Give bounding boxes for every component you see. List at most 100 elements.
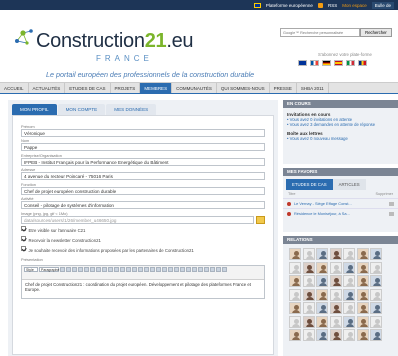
tab-mon-compte[interactable]: MON COMPTE [57, 104, 106, 115]
relation-avatar[interactable] [316, 329, 328, 341]
relation-avatar[interactable] [343, 302, 355, 314]
paste-word-icon[interactable] [186, 266, 191, 272]
relation-avatar[interactable] [343, 248, 355, 260]
relation-avatar[interactable] [329, 288, 342, 301]
platform-link[interactable]: Plateforme européenne [266, 3, 313, 8]
tab-mes-donnees[interactable]: MES DONNÉES [106, 104, 157, 115]
adresse-field[interactable]: 4 avenue du recteur Poincaré - 75016 Par… [21, 172, 265, 180]
relation-avatar[interactable] [370, 329, 382, 341]
relation-avatar[interactable] [356, 329, 369, 341]
relation-avatar[interactable] [302, 288, 315, 301]
search-button[interactable]: Rechercher [360, 28, 392, 37]
relation-avatar[interactable] [289, 261, 301, 274]
cut-icon[interactable] [168, 266, 173, 272]
rss-icon[interactable] [317, 2, 323, 8]
align-center-icon[interactable] [114, 266, 119, 272]
relation-avatar[interactable] [370, 248, 382, 260]
relation-avatar[interactable] [302, 329, 315, 341]
relation-avatar[interactable] [370, 302, 382, 314]
relation-avatar[interactable] [343, 329, 355, 341]
envelope-icon[interactable] [389, 201, 394, 206]
folder-icon[interactable] [256, 215, 265, 224]
flag-fr-icon[interactable] [310, 60, 319, 66]
bgcolor-icon[interactable] [210, 266, 215, 272]
relation-avatar[interactable] [356, 315, 369, 328]
relation-avatar[interactable] [356, 248, 369, 260]
nom-field[interactable]: Pappe [21, 143, 265, 151]
paste-icon[interactable] [180, 266, 185, 272]
unlink-icon[interactable] [132, 266, 137, 272]
numbered-list-icon[interactable] [90, 266, 95, 272]
envelope-icon[interactable] [389, 211, 394, 216]
nav-item-presse[interactable]: PRESSE [270, 83, 297, 93]
table-icon[interactable] [144, 266, 149, 272]
relation-avatar[interactable] [316, 261, 328, 274]
relation-avatar[interactable] [302, 248, 315, 260]
flag-ro-icon[interactable] [358, 60, 367, 66]
image-icon[interactable] [138, 266, 143, 272]
nav-item-qui[interactable]: QUI SOMMES-NOUS [217, 83, 270, 93]
tab-etudes-de-cas[interactable]: ETUDES DE CAS [286, 179, 333, 190]
replace-icon[interactable] [198, 266, 203, 272]
relation-avatar[interactable] [302, 315, 315, 328]
color-icon[interactable] [204, 266, 209, 272]
favorite-item[interactable]: Résidence le Moniséjour, à Sa... [283, 208, 398, 218]
flag-it-icon[interactable] [346, 60, 355, 66]
copy-icon[interactable] [174, 266, 179, 272]
nav-item-actualites[interactable]: ACTUALITÉS [29, 83, 66, 93]
relation-avatar[interactable] [329, 329, 342, 341]
delete-icon[interactable] [287, 201, 291, 206]
find-icon[interactable] [192, 266, 197, 272]
tab-articles[interactable]: ARTICLES [332, 179, 366, 190]
checkbox-icon[interactable] [21, 246, 26, 251]
relation-avatar[interactable] [356, 261, 369, 274]
tab-mon-profil[interactable]: MON PROFIL [12, 104, 57, 115]
search-input[interactable] [280, 28, 360, 37]
activite-field[interactable]: Conseil - pilotage de systèmes d'informa… [21, 201, 265, 209]
relation-avatar[interactable] [316, 275, 328, 287]
relation-avatar[interactable] [356, 288, 369, 301]
checkbox-partenaires[interactable]: Je souhaite recevoir des informations pr… [21, 246, 265, 254]
relation-avatar[interactable] [370, 288, 382, 301]
fonction-field[interactable]: Chef de projet européen construction dur… [21, 186, 265, 195]
flag-eu-icon[interactable] [298, 60, 307, 66]
relation-avatar[interactable] [329, 302, 342, 314]
relation-avatar[interactable] [356, 275, 369, 287]
rich-text-editor[interactable]: Style Paragraphe Chef de projet Construc… [21, 264, 265, 299]
align-right-icon[interactable] [120, 266, 125, 272]
strike-icon[interactable] [78, 266, 83, 272]
checkbox-icon[interactable] [21, 236, 26, 241]
presentation-text[interactable]: Chef de projet Construction21 : coordina… [22, 280, 264, 295]
relation-avatar[interactable] [343, 261, 355, 274]
source-icon[interactable] [150, 266, 155, 272]
nav-item-shba[interactable]: SHBA 2011 [297, 83, 329, 93]
invitation-line[interactable]: • Vous avez 3 demandes en attente de rép… [287, 122, 394, 127]
relation-avatar[interactable] [370, 315, 382, 328]
link-icon[interactable] [126, 266, 131, 272]
relation-avatar[interactable] [289, 315, 301, 328]
relation-avatar[interactable] [302, 275, 315, 287]
relation-avatar[interactable] [289, 248, 301, 260]
mon-espace-link[interactable]: Mon espace [342, 3, 367, 8]
nav-item-communautes[interactable]: COMMUNAUTÉS [172, 83, 217, 93]
relation-avatar[interactable] [316, 315, 328, 328]
relation-avatar[interactable] [289, 302, 301, 314]
image-path-field[interactable]: data/sources/users/1/26/member_u46650.jp… [21, 215, 254, 224]
undo-icon[interactable] [156, 266, 161, 272]
special-char-icon[interactable] [216, 266, 221, 272]
maximize-icon[interactable] [222, 266, 227, 272]
list-icon[interactable] [84, 266, 89, 272]
relation-avatar[interactable] [302, 302, 315, 314]
relation-avatar[interactable] [343, 315, 355, 328]
relation-avatar[interactable] [316, 302, 328, 314]
delete-icon[interactable] [287, 211, 291, 216]
italic-icon[interactable] [66, 266, 71, 272]
relation-avatar[interactable] [370, 275, 382, 287]
flag-es-icon[interactable] [334, 60, 343, 66]
checkbox-icon[interactable] [21, 226, 26, 231]
outdent-icon[interactable] [96, 266, 101, 272]
relation-avatar[interactable] [316, 248, 328, 260]
flag-de-icon[interactable] [322, 60, 331, 66]
relation-avatar[interactable] [356, 302, 369, 314]
format-select[interactable]: Paragraphe [39, 266, 59, 272]
